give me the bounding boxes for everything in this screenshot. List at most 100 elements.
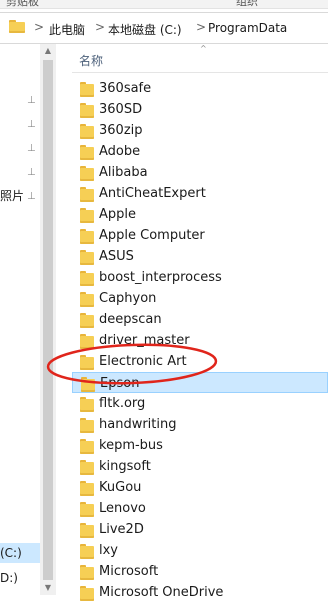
breadcrumb-programdata[interactable]: ProgramData xyxy=(208,21,287,35)
folder-icon xyxy=(80,166,94,181)
pin-icon: ⊥ xyxy=(27,95,36,106)
list-item[interactable]: Adobe xyxy=(72,141,328,162)
list-item[interactable]: AntiCheatExpert xyxy=(72,183,328,204)
nav-item-photos[interactable]: 照片 xyxy=(0,187,24,204)
folder-icon xyxy=(80,124,94,139)
list-item-label: Electronic Art xyxy=(99,354,187,369)
list-item[interactable]: Live2D xyxy=(72,519,328,540)
folder-icon xyxy=(80,145,94,160)
list-item-label: kepm-bus xyxy=(99,438,163,453)
folder-icon xyxy=(80,334,94,349)
list-item[interactable]: 360SD xyxy=(72,99,328,120)
address-bar[interactable]: > 此电脑 > 本地磁盘 (C:) > ProgramData xyxy=(0,12,328,44)
scrollbar-thumb[interactable] xyxy=(43,60,53,580)
list-item-label: Epson xyxy=(100,376,140,391)
folder-icon xyxy=(81,377,95,392)
list-header: ^ 名称 xyxy=(72,44,328,73)
folder-icon xyxy=(80,250,94,265)
folder-icon xyxy=(80,439,94,454)
navigation-pane: ⊥ ⊥ ⊥ ⊥ ⊥ 照片 (C:) D:) xyxy=(0,44,40,595)
list-item-label: Apple Computer xyxy=(99,228,205,243)
list-item-label: AntiCheatExpert xyxy=(99,186,206,201)
nav-item-drive-d[interactable]: D:) xyxy=(0,571,18,585)
list-item[interactable]: deepscan xyxy=(72,309,328,330)
list-item[interactable]: ASUS xyxy=(72,246,328,267)
list-item[interactable]: Apple Computer xyxy=(72,225,328,246)
pin-icon: ⊥ xyxy=(27,167,36,178)
folder-icon xyxy=(80,103,94,118)
list-item[interactable]: Epson xyxy=(72,372,328,393)
ribbon-clipboard-label: 剪贴板 xyxy=(6,0,39,8)
list-item[interactable]: 360safe xyxy=(72,78,328,99)
folder-icon xyxy=(80,271,94,286)
list-item-label: Microsoft xyxy=(99,564,159,579)
chevron-right-icon[interactable]: > xyxy=(34,20,44,34)
folder-icon xyxy=(80,229,94,244)
list-item-label: Adobe xyxy=(99,144,141,159)
breadcrumb-this-pc[interactable]: 此电脑 xyxy=(49,21,85,38)
list-item[interactable]: boost_interprocess xyxy=(72,267,328,288)
list-item-label: Caphyon xyxy=(99,291,157,306)
list-item[interactable]: handwriting xyxy=(72,414,328,435)
pin-icon: ⊥ xyxy=(27,119,36,130)
list-item-label: 360safe xyxy=(99,81,152,96)
folder-icon xyxy=(80,481,94,496)
list-item-label: fltk.org xyxy=(99,396,146,411)
folder-icon xyxy=(80,208,94,223)
folder-icon xyxy=(80,586,94,601)
list-item-label: 360SD xyxy=(99,102,143,117)
folder-icon xyxy=(80,187,94,202)
list-item-label: Microsoft OneDrive xyxy=(99,585,224,600)
list-item[interactable]: Alibaba xyxy=(72,162,328,183)
list-item[interactable]: driver_master xyxy=(72,330,328,351)
nav-pane-scrollbar[interactable]: ▲ ▼ xyxy=(40,44,56,595)
folder-icon xyxy=(80,460,94,475)
pin-icon: ⊥ xyxy=(27,143,36,154)
ribbon-group-labels: 剪贴板 组织 xyxy=(0,0,328,9)
list-item[interactable]: kingsoft xyxy=(72,456,328,477)
list-item[interactable]: Microsoft xyxy=(72,561,328,582)
breadcrumb-local-disk[interactable]: 本地磁盘 (C:) xyxy=(108,21,182,38)
list-item-label: 360zip xyxy=(99,123,143,138)
list-item[interactable]: lxy xyxy=(72,540,328,561)
folder-icon xyxy=(80,502,94,517)
list-item-label: kingsoft xyxy=(99,459,151,474)
list-item-label: lxy xyxy=(99,543,118,558)
folder-icon xyxy=(80,397,94,412)
list-item[interactable]: fltk.org xyxy=(72,393,328,414)
folder-icon xyxy=(80,523,94,538)
chevron-right-icon[interactable]: > xyxy=(95,20,105,34)
folder-icon xyxy=(80,565,94,580)
list-item[interactable]: Apple xyxy=(72,204,328,225)
list-item[interactable]: Microsoft OneDrive xyxy=(72,582,328,603)
folder-icon xyxy=(80,418,94,433)
folder-icon xyxy=(80,313,94,328)
list-item[interactable]: kepm-bus xyxy=(72,435,328,456)
nav-item-drive-c[interactable]: (C:) xyxy=(0,546,22,560)
list-item-label: handwriting xyxy=(99,417,177,432)
list-item-label: Lenovo xyxy=(99,501,146,516)
list-item-label: boost_interprocess xyxy=(99,270,222,285)
list-item-label: ASUS xyxy=(99,249,134,264)
list-item[interactable]: Lenovo xyxy=(72,498,328,519)
scroll-up-icon[interactable]: ▲ xyxy=(40,44,56,58)
column-header-name[interactable]: 名称 xyxy=(79,52,103,69)
list-item-label: KuGou xyxy=(99,480,142,495)
list-item-label: Live2D xyxy=(99,522,144,537)
list-item-label: driver_master xyxy=(99,333,190,348)
folder-icon xyxy=(80,355,94,370)
list-item[interactable]: 360zip xyxy=(72,120,328,141)
list-item[interactable]: Electronic Art xyxy=(72,351,328,372)
folder-icon xyxy=(80,292,94,307)
pin-icon: ⊥ xyxy=(27,191,36,202)
list-item[interactable]: Caphyon xyxy=(72,288,328,309)
list-item-label: Alibaba xyxy=(99,165,148,180)
chevron-right-icon[interactable]: > xyxy=(196,20,206,34)
sort-ascending-icon: ^ xyxy=(200,44,207,53)
list-item-label: Apple xyxy=(99,207,137,222)
list-item-label: deepscan xyxy=(99,312,162,327)
list-item[interactable]: KuGou xyxy=(72,477,328,498)
folder-icon xyxy=(9,20,25,33)
ribbon-organize-label: 组织 xyxy=(236,0,258,8)
scroll-down-icon[interactable]: ▼ xyxy=(40,581,56,595)
